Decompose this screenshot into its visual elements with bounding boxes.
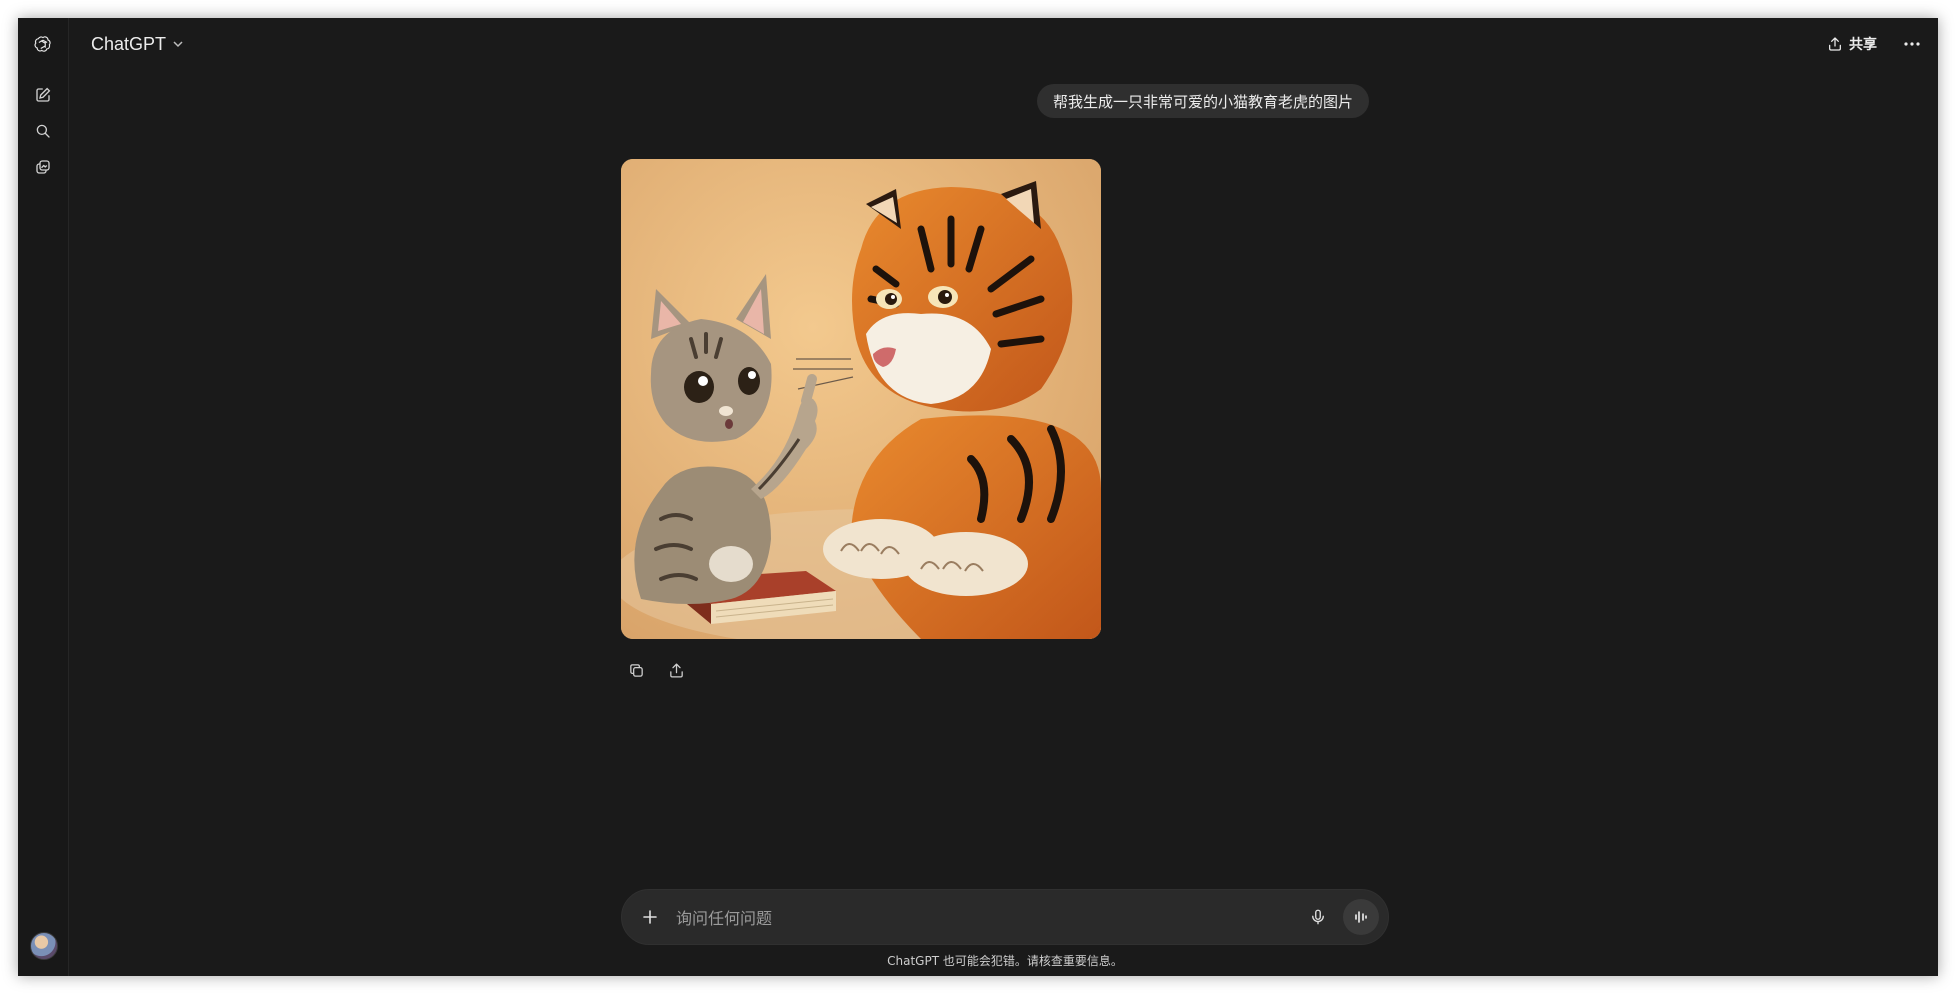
add-attachment-button[interactable]	[636, 903, 664, 931]
model-name: ChatGPT	[91, 33, 167, 54]
share-image-button[interactable]	[661, 655, 691, 685]
app-window: ChatGPT 共享 帮我生成一只非常可爱的小猫教育老虎的图片 询问任何问题 C…	[18, 18, 1938, 976]
model-selector[interactable]: ChatGPT	[87, 29, 188, 59]
user-avatar[interactable]	[30, 932, 58, 960]
microphone-icon	[1312, 909, 1324, 925]
plus-icon	[643, 910, 657, 924]
top-bar: ChatGPT 共享	[69, 18, 1938, 70]
dictate-button[interactable]	[1304, 903, 1332, 931]
image-actions	[621, 655, 691, 685]
voice-mode-button[interactable]	[1343, 899, 1379, 935]
voice-waveform-icon	[1355, 911, 1367, 923]
chevron-down-icon	[173, 41, 183, 48]
more-options-button[interactable]	[1896, 29, 1928, 59]
user-message: 帮我生成一只非常可爱的小猫教育老虎的图片	[1037, 84, 1370, 118]
kitten-teaching-tiger-illustration	[621, 159, 1101, 639]
library-icon[interactable]	[27, 151, 59, 183]
new-chat-icon[interactable]	[27, 79, 59, 111]
more-dots-icon	[1904, 42, 1920, 46]
share-button[interactable]: 共享	[1821, 29, 1883, 59]
share-label: 共享	[1849, 37, 1877, 53]
upload-icon	[669, 662, 683, 678]
composer	[621, 889, 1389, 945]
openai-logo-icon[interactable]	[27, 28, 59, 60]
share-icon	[1829, 37, 1841, 51]
search-icon[interactable]	[27, 115, 59, 147]
message-input[interactable]	[674, 904, 1278, 932]
user-message-text: 帮我生成一只非常可爱的小猫教育老虎的图片	[1053, 92, 1354, 111]
copy-button[interactable]	[621, 655, 651, 685]
disclaimer-text: ChatGPT 也可能会犯错。请核查重要信息。	[887, 954, 1123, 968]
generated-image[interactable]	[621, 159, 1101, 639]
main-panel: ChatGPT 共享 帮我生成一只非常可爱的小猫教育老虎的图片 询问任何问题 C…	[69, 18, 1938, 976]
sidebar	[18, 18, 69, 976]
copy-icon	[629, 663, 643, 677]
